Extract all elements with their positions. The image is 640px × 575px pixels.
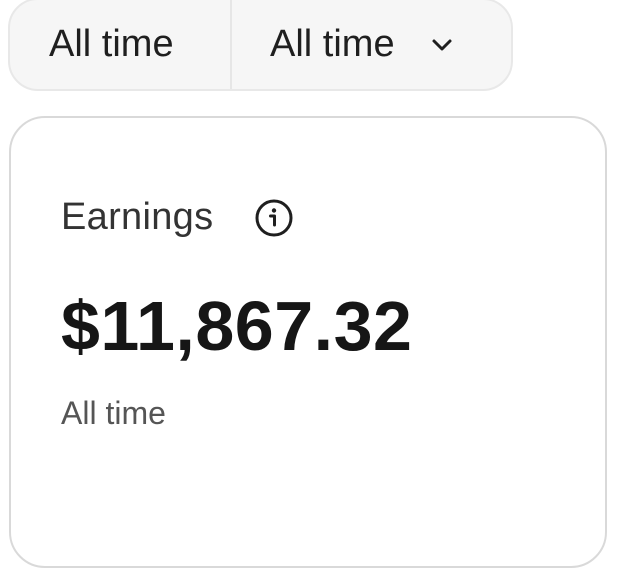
- time-range-dropdown[interactable]: All time: [232, 0, 511, 89]
- time-filter-bar: All time All time: [8, 0, 513, 91]
- earnings-card-title: Earnings: [61, 196, 214, 238]
- earnings-amount: $11,867.32: [61, 287, 413, 365]
- earnings-period-label: All time: [61, 395, 166, 431]
- earnings-card-header: Earnings: [61, 196, 294, 239]
- time-range-dropdown-label: All time: [270, 23, 395, 65]
- time-filter-button[interactable]: All time: [10, 0, 232, 89]
- chevron-down-icon: [429, 32, 455, 58]
- time-filter-label: All time: [49, 23, 174, 65]
- info-icon[interactable]: [254, 198, 294, 238]
- earnings-card: Earnings $11,867.32 All time: [9, 116, 607, 568]
